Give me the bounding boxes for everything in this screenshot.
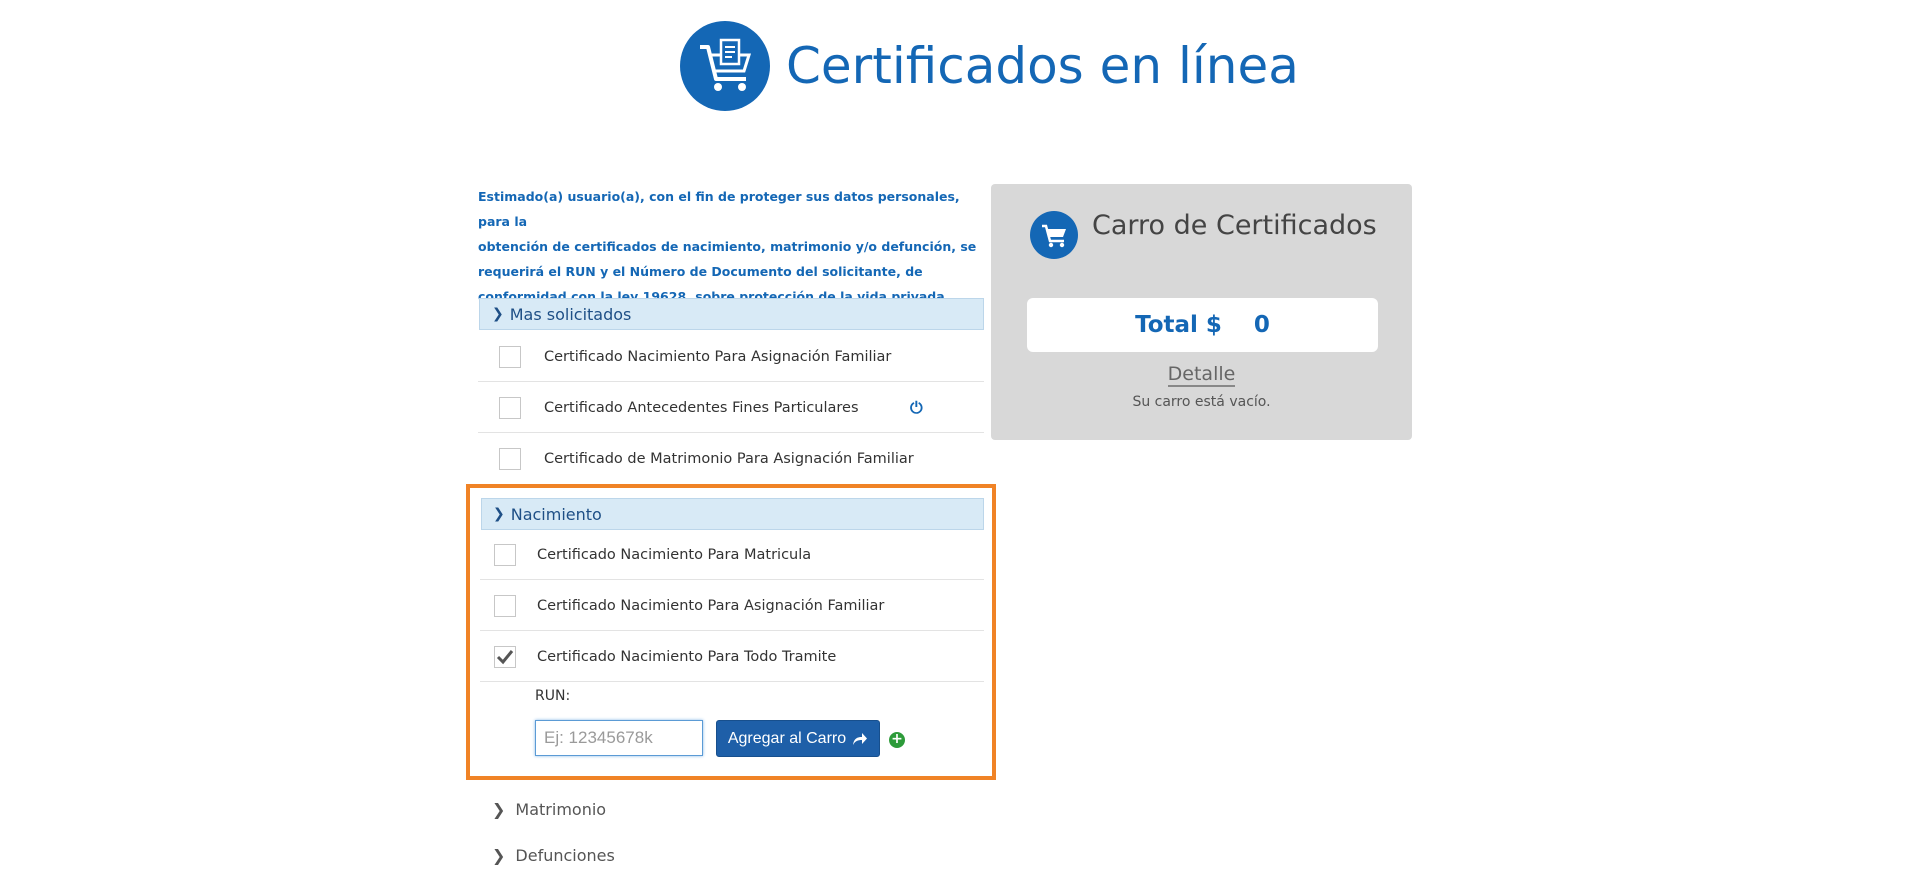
list-item: Certificado Antecedentes Fines Particula… [478, 383, 984, 433]
total-label: Total $ [1135, 312, 1222, 338]
section-title: Defunciones [515, 846, 615, 865]
chevron-down-icon: ❯ [493, 506, 505, 522]
privacy-notice-line: requerirá el RUN y el Número de Document… [478, 264, 923, 279]
section-title: Matrimonio [515, 800, 607, 819]
cart-panel: Carro de Certificados Total $ 0 Detalle … [991, 184, 1412, 440]
chevron-right-icon: ❯ [492, 846, 506, 865]
list-item: Certificado Nacimiento Para Asignación F… [478, 332, 984, 382]
section-title: Mas solicitados [509, 304, 632, 324]
share-arrow-icon [853, 732, 868, 745]
checkbox[interactable] [494, 543, 516, 566]
cart-title: Carro de Certificados [1092, 210, 1377, 241]
detail-link[interactable]: Detalle [1167, 363, 1236, 387]
run-input[interactable] [535, 720, 703, 756]
certificate-label: Certificado Nacimiento Para Asignación F… [537, 597, 885, 614]
checkbox[interactable] [499, 345, 521, 368]
certificate-label: Certificado Nacimiento Para Todo Tramite [537, 648, 837, 665]
certificate-label: Certificado Nacimiento Para Matricula [537, 546, 812, 563]
privacy-notice-line: Estimado(a) usuario(a), con el fin de pr… [478, 189, 960, 229]
section-title: Nacimiento [510, 504, 602, 524]
certificate-label: Certificado Antecedentes Fines Particula… [544, 399, 859, 416]
cart-total: Total $ 0 [1027, 298, 1378, 352]
checkmark-icon [496, 649, 514, 664]
run-label: RUN: [535, 688, 571, 704]
list-item: Certificado Nacimiento Para Asignación F… [480, 581, 984, 631]
section-header-nacimiento[interactable]: ❯ Nacimiento [481, 498, 984, 530]
add-to-cart-label: Agregar al Carro [727, 729, 847, 747]
cart-empty-text: Su carro está vacío. [1132, 394, 1271, 410]
certificate-label: Certificado de Matrimonio Para Asignació… [544, 451, 914, 467]
list-item: Certificado Nacimiento Para Todo Tramite [480, 632, 984, 682]
detail-link-wrap: Detalle [991, 363, 1412, 387]
chevron-down-icon: ❯ [492, 306, 504, 322]
section-header-defunciones[interactable]: ❯ Defunciones [492, 846, 615, 865]
add-to-cart-button[interactable]: Agregar al Carro [716, 720, 880, 757]
shopping-cart-icon [1030, 211, 1078, 259]
list-item: Certificado Nacimiento Para Matricula [480, 530, 984, 580]
plus-circle-icon[interactable]: + [889, 732, 905, 748]
section-header-mas-solicitados[interactable]: ❯ Mas solicitados [479, 298, 984, 330]
privacy-notice: Estimado(a) usuario(a), con el fin de pr… [478, 184, 978, 309]
page-header: Certificados en línea [680, 20, 1299, 112]
list-item: Certificado de Matrimonio Para Asignació… [478, 434, 984, 484]
page-title: Certificados en línea [786, 37, 1299, 95]
certificate-label: Certificado Nacimiento Para Asignación F… [544, 348, 892, 365]
checkbox[interactable] [499, 396, 521, 419]
chevron-right-icon: ❯ [492, 800, 506, 819]
checkbox[interactable] [494, 594, 516, 617]
privacy-notice-line: obtención de certificados de nacimiento,… [478, 239, 977, 254]
power-icon: ⏻ [910, 398, 923, 417]
section-header-matrimonio[interactable]: ❯ Matrimonio [492, 800, 606, 819]
total-value: 0 [1253, 312, 1270, 338]
checkbox-checked[interactable] [494, 645, 516, 668]
cart-logo-icon [680, 21, 770, 111]
checkbox[interactable] [499, 448, 521, 470]
